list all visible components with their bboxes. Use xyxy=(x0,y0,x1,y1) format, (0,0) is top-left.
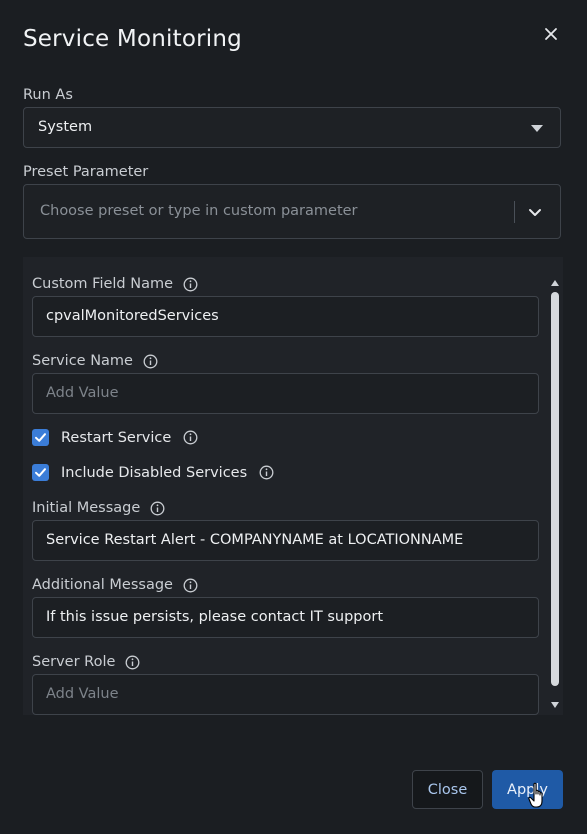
close-icon[interactable] xyxy=(541,24,561,44)
service-name-input[interactable]: Add Value xyxy=(32,373,539,414)
info-icon[interactable] xyxy=(183,578,198,593)
server-role-input[interactable]: Add Value xyxy=(32,674,539,715)
additional-message-label-text: Additional Message xyxy=(32,577,173,593)
checkmark-icon xyxy=(35,433,46,442)
run-as-label: Run As xyxy=(23,87,73,103)
include-disabled-checkbox-row[interactable]: Include Disabled Services xyxy=(32,464,274,481)
scroll-down-icon[interactable] xyxy=(551,702,559,708)
chevron-down-icon[interactable] xyxy=(527,204,543,220)
hand-pointer-icon xyxy=(528,782,543,808)
initial-message-value: Service Restart Alert - COMPANYNAME at L… xyxy=(46,532,464,548)
initial-message-label-text: Initial Message xyxy=(32,500,141,516)
scrollbar-thumb[interactable] xyxy=(551,292,559,686)
server-role-placeholder: Add Value xyxy=(46,686,119,702)
additional-message-label: Additional Message xyxy=(32,577,198,593)
restart-service-checkbox-row[interactable]: Restart Service xyxy=(32,429,198,446)
info-icon[interactable] xyxy=(125,655,140,670)
additional-message-value: If this issue persists, please contact I… xyxy=(46,609,384,625)
run-as-select[interactable]: System xyxy=(23,107,561,148)
include-disabled-checkbox[interactable] xyxy=(32,464,49,481)
initial-message-input[interactable]: Service Restart Alert - COMPANYNAME at L… xyxy=(32,520,539,561)
restart-service-label: Restart Service xyxy=(61,429,172,446)
preset-parameter-combobox[interactable]: Choose preset or type in custom paramete… xyxy=(23,184,561,239)
server-role-label-text: Server Role xyxy=(32,654,116,670)
include-disabled-label: Include Disabled Services xyxy=(61,464,248,481)
checkmark-icon xyxy=(35,468,46,477)
scroll-up-icon[interactable] xyxy=(551,280,559,286)
service-name-placeholder: Add Value xyxy=(46,385,119,401)
info-icon[interactable] xyxy=(150,501,165,516)
custom-field-name-label-text: Custom Field Name xyxy=(32,276,174,292)
preset-parameter-placeholder: Choose preset or type in custom paramete… xyxy=(40,203,358,219)
info-icon[interactable] xyxy=(143,354,158,369)
caret-down-icon xyxy=(531,125,543,132)
run-as-value: System xyxy=(38,119,93,135)
parameters-panel[interactable]: Custom Field Name cpvalMonitoredServices… xyxy=(23,257,563,715)
custom-field-name-value: cpvalMonitoredServices xyxy=(46,308,219,324)
server-role-label: Server Role xyxy=(32,654,140,670)
custom-field-name-input[interactable]: cpvalMonitoredServices xyxy=(32,296,539,337)
initial-message-label: Initial Message xyxy=(32,500,165,516)
combobox-divider xyxy=(514,201,515,223)
service-name-label-text: Service Name xyxy=(32,353,133,369)
preset-parameter-label: Preset Parameter xyxy=(23,164,149,180)
service-name-label: Service Name xyxy=(32,353,158,369)
dialog-title: Service Monitoring xyxy=(23,26,242,52)
info-icon[interactable] xyxy=(183,277,198,292)
info-icon[interactable] xyxy=(259,465,274,480)
additional-message-input[interactable]: If this issue persists, please contact I… xyxy=(32,597,539,638)
custom-field-name-label: Custom Field Name xyxy=(32,276,198,292)
close-button[interactable]: Close xyxy=(412,770,483,809)
restart-service-checkbox[interactable] xyxy=(32,429,49,446)
info-icon[interactable] xyxy=(183,430,198,445)
